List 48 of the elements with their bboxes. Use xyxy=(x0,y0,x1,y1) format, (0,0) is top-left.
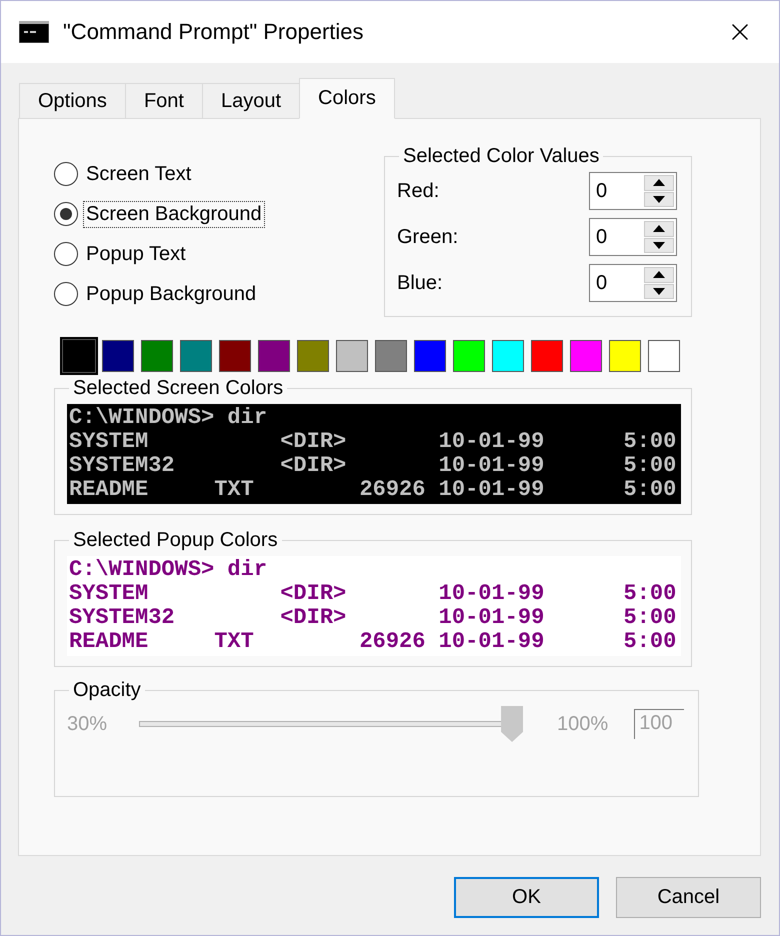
group-title: Opacity xyxy=(72,679,142,702)
up-arrow-icon xyxy=(653,271,665,278)
console-line: SYSTEM32 <DIR> 10-01-99 5:00 xyxy=(69,606,678,630)
spin-down-button[interactable] xyxy=(644,192,674,207)
spin-up-button[interactable] xyxy=(644,267,674,282)
spin-up-button[interactable] xyxy=(644,175,674,190)
group-title: Selected Popup Colors xyxy=(72,529,279,552)
tab[interactable]: Colors xyxy=(299,78,395,119)
radio-button[interactable] xyxy=(54,162,78,186)
dialog-button[interactable]: OK xyxy=(454,877,599,918)
up-arrow-icon xyxy=(653,179,665,186)
console-line: C:\WINDOWS> dir xyxy=(69,406,268,430)
group-title: Selected Screen Colors xyxy=(72,377,284,400)
spin-up-button[interactable] xyxy=(644,221,674,236)
console-line: SYSTEM <DIR> 10-01-99 5:00 xyxy=(69,582,678,606)
radio-label[interactable]: Popup Background xyxy=(84,282,258,306)
radio-button[interactable] xyxy=(54,282,78,306)
radio-label[interactable]: Screen Background xyxy=(84,202,264,226)
console-line: SYSTEM32 <DIR> 10-01-99 5:00 xyxy=(69,454,678,478)
min-label: 30% xyxy=(67,712,108,736)
window-title: "Command Prompt" Properties xyxy=(63,19,365,45)
number-field[interactable]: 0 xyxy=(589,218,677,256)
spin-label: Red: xyxy=(397,180,440,202)
down-arrow-icon xyxy=(653,288,665,295)
spin-down-button[interactable] xyxy=(644,284,674,299)
spin-label: Green: xyxy=(397,226,458,248)
radio-label[interactable]: Popup Text xyxy=(84,242,188,266)
radio-label[interactable]: Screen Text xyxy=(84,162,194,186)
number-field[interactable]: 0 xyxy=(589,264,677,302)
number-field[interactable]: 0 xyxy=(589,172,677,210)
radio-button[interactable] xyxy=(54,242,78,266)
opacity-slider[interactable] xyxy=(139,706,524,742)
max-label: 100% xyxy=(557,712,608,736)
color-swatch[interactable] xyxy=(60,337,98,375)
console-line: C:\WINDOWS> dir xyxy=(69,558,268,582)
spin-down-button[interactable] xyxy=(644,238,674,253)
up-arrow-icon xyxy=(653,225,665,232)
console-line: SYSTEM <DIR> 10-01-99 5:00 xyxy=(69,430,678,454)
tab[interactable]: Options xyxy=(19,83,126,118)
dialog-button[interactable]: Cancel xyxy=(616,877,761,918)
spin-label: Blue: xyxy=(397,272,443,294)
console-line: README TXT 26926 10-01-99 5:00 xyxy=(69,478,678,502)
group-title: Selected Color Values xyxy=(402,145,600,168)
radio-button[interactable] xyxy=(54,202,78,226)
down-arrow-icon xyxy=(653,196,665,203)
console-line: README TXT 26926 10-01-99 5:00 xyxy=(69,630,678,654)
down-arrow-icon xyxy=(653,242,665,249)
console-icon xyxy=(19,21,49,43)
